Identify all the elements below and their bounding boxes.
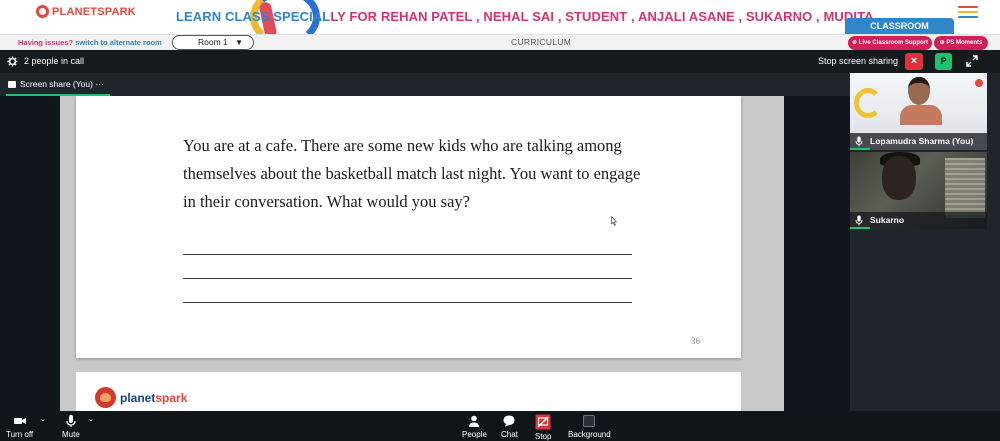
more-options-icon[interactable]: ···	[95, 79, 104, 89]
chat-button[interactable]: Chat	[501, 414, 518, 439]
stop-screen-sharing-label[interactable]: Stop screen sharing	[818, 56, 898, 66]
meeting-area: 2 people in call Stop screen sharing × P…	[0, 50, 1000, 441]
answer-line-3	[183, 302, 632, 303]
alternate-room-link[interactable]: switch to alternate room	[75, 38, 162, 47]
room-select[interactable]: Room 1 ▼	[172, 35, 254, 50]
stop-share-button-label: Stop	[535, 432, 552, 441]
people-in-call-count: 2 people in call	[24, 56, 85, 66]
chat-bubble-icon	[503, 415, 515, 427]
camera-button-label: Turn off	[6, 430, 34, 439]
background-button[interactable]: Background	[568, 414, 611, 439]
people-icon	[469, 415, 480, 427]
microphone-icon	[855, 215, 863, 226]
planetspark-logo[interactable]: PLANETSPARK	[36, 5, 136, 18]
background-window	[945, 158, 985, 218]
menu-bar-red	[958, 6, 978, 8]
issues-text: Having issues?	[18, 38, 74, 47]
class-title-part1: LEARN CLASS SPECIAL	[176, 9, 331, 24]
screen-share-tab[interactable]: Screen share (You) ···	[8, 79, 104, 89]
background-logo-icon	[975, 79, 983, 87]
microphone-icon	[855, 136, 863, 147]
class-title-part2: LY FOR REHAN PATEL , NEHAL SAI , STUDENT…	[330, 9, 874, 24]
planetspark-page-logo: planetspark	[95, 387, 187, 408]
chat-button-label: Chat	[501, 430, 518, 439]
background-effects-icon	[583, 415, 596, 427]
curriculum-tab[interactable]: CURRICULUM	[511, 37, 571, 47]
page-number: 36	[691, 336, 700, 346]
meeting-toolbar: Turn off ⌄ Mute ⌄ People Chat Stop Backg…	[0, 411, 1000, 441]
people-button-label: People	[462, 430, 487, 439]
ps-moments-button[interactable]: ⊕ PS Moments	[934, 36, 988, 50]
live-classroom-support-button[interactable]: ⊕ Live Classroom Support	[848, 36, 932, 50]
page-logo-text-b: spark	[155, 390, 188, 405]
answer-line-2	[183, 278, 632, 279]
camera-button[interactable]: Turn off	[6, 414, 33, 439]
camera-options-chevron-icon[interactable]: ⌄	[40, 415, 46, 423]
planetspark-rocket-icon	[95, 387, 116, 408]
screen-share-icon	[8, 81, 16, 88]
participant-body	[900, 105, 942, 125]
meeting-header: 2 people in call Stop screen sharing × P	[0, 50, 1000, 73]
participant-head	[882, 156, 916, 200]
gear-icon[interactable]	[7, 56, 18, 67]
mouse-cursor-icon	[611, 216, 617, 226]
participant-video	[900, 77, 942, 125]
background-button-label: Background	[568, 430, 611, 439]
logo-text: PLANETSPARK	[52, 5, 136, 18]
menu-bar-blue	[958, 16, 978, 18]
app-root: PLANETSPARK LEARN CLASS SPECIALLY FOR RE…	[0, 0, 1000, 441]
answer-line-1	[183, 254, 632, 255]
menu-bar-yellow	[958, 11, 978, 13]
chevron-down-icon: ▼	[235, 38, 243, 47]
page-logo-text: planetspark	[120, 391, 187, 405]
stop-sharing-close-icon[interactable]: ×	[905, 53, 923, 70]
classroom-subbar: Having issues? switch to alternate room …	[0, 34, 1000, 50]
participant-name-label: Lopamudra Sharma (You)	[850, 133, 987, 150]
issues-notice: Having issues? switch to alternate room	[18, 38, 162, 47]
participant-avatar-badge[interactable]: P	[935, 53, 952, 70]
classroom-tab[interactable]: CLASSROOM	[845, 18, 954, 34]
participant-name-label: Sukarno	[850, 212, 987, 229]
mic-options-chevron-icon[interactable]: ⌄	[88, 415, 94, 423]
participant-head	[908, 77, 930, 105]
mute-button[interactable]: Mute	[62, 414, 80, 439]
microphone-icon	[66, 415, 76, 427]
worksheet-question: You are at a cafe. There are some new ki…	[183, 136, 641, 211]
stop-share-button[interactable]: Stop	[535, 414, 551, 441]
page-logo-text-a: planet	[120, 390, 156, 405]
document-page: You are at a cafe. There are some new ki…	[76, 96, 741, 358]
video-tile-sukarno[interactable]: Sukarno	[850, 152, 987, 229]
people-button[interactable]: People	[462, 414, 487, 439]
video-camera-icon	[13, 418, 26, 424]
screen-share-tabbar: Screen share (You) ···	[0, 73, 850, 96]
speaking-indicator	[850, 227, 870, 229]
stop-share-icon	[535, 414, 551, 430]
hamburger-menu-icon[interactable]	[958, 6, 978, 19]
background-decoration	[854, 88, 882, 118]
mute-button-label: Mute	[62, 430, 80, 439]
class-title: LEARN CLASS SPECIALLY FOR REHAN PATEL , …	[176, 9, 874, 24]
speaking-indicator	[850, 148, 870, 150]
screen-share-stage: You are at a cafe. There are some new ki…	[0, 96, 850, 411]
video-tile-self[interactable]: Lopamudra Sharma (You)	[850, 73, 987, 150]
screen-share-tab-label: Screen share (You)	[20, 79, 93, 89]
room-select-value: Room 1	[198, 37, 228, 47]
next-document-page: planetspark	[76, 372, 741, 411]
fullscreen-expand-icon[interactable]	[966, 55, 978, 67]
top-banner: PLANETSPARK LEARN CLASS SPECIALLY FOR RE…	[0, 0, 1000, 46]
planetspark-logo-icon	[36, 5, 49, 18]
